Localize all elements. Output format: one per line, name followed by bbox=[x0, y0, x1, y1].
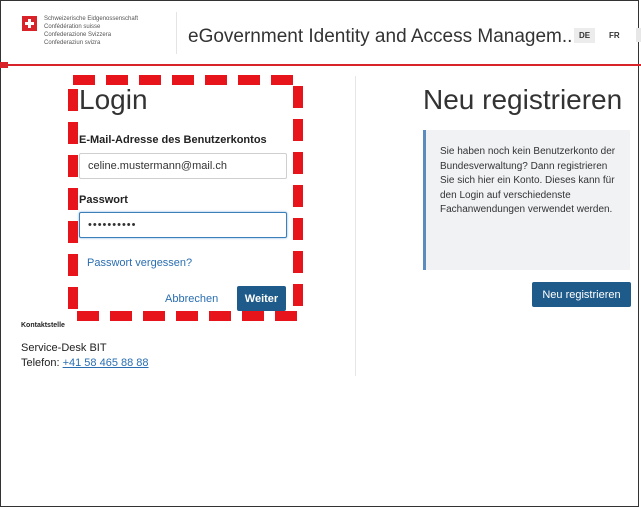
register-title: Neu registrieren bbox=[423, 84, 623, 115]
header-divider bbox=[176, 12, 177, 54]
language-de-button[interactable]: DE bbox=[574, 28, 596, 43]
email-field[interactable] bbox=[79, 153, 287, 179]
register-button[interactable]: Neu registrieren bbox=[532, 282, 631, 307]
column-divider bbox=[355, 76, 356, 376]
register-info-box: Sie haben noch kein Benutzerkonto der Bu… bbox=[423, 130, 630, 270]
red-marker bbox=[0, 62, 8, 68]
contact-name: Service-Desk BIT bbox=[21, 342, 107, 354]
confederation-line: Schweizerische Eidgenossenschaft bbox=[44, 16, 139, 22]
password-label: Passwort bbox=[79, 194, 128, 206]
password-field[interactable] bbox=[79, 212, 287, 238]
language-cutoff bbox=[636, 28, 641, 42]
contact-phone: Telefon: +41 58 465 88 88 bbox=[21, 357, 149, 369]
phone-link[interactable]: +41 58 465 88 88 bbox=[63, 357, 149, 369]
forgot-password-link[interactable]: Passwort vergessen? bbox=[87, 257, 192, 269]
phone-prefix: Telefon: bbox=[21, 357, 63, 369]
confederation-logo-text: Schweizerische Eidgenossenschaft Confédé… bbox=[44, 15, 138, 47]
email-label: E-Mail-Adresse des Benutzerkontos bbox=[79, 134, 267, 146]
confederation-line: Confederaziun svizra bbox=[44, 40, 101, 46]
register-info-text: Sie haben noch kein Benutzerkonto der Bu… bbox=[440, 146, 616, 215]
header-rule bbox=[0, 64, 641, 66]
language-fr-button[interactable]: FR bbox=[604, 28, 625, 43]
cancel-link[interactable]: Abbrechen bbox=[165, 293, 218, 305]
site-header: Schweizerische Eidgenossenschaft Confédé… bbox=[0, 0, 641, 68]
confederation-line: Confédération suisse bbox=[44, 24, 101, 30]
swiss-flag-icon bbox=[22, 16, 37, 31]
app-title: eGovernment Identity and Access Managem.… bbox=[188, 26, 578, 47]
confederation-line: Confederazione Svizzera bbox=[44, 32, 112, 38]
login-title: Login bbox=[79, 84, 148, 115]
contact-label: Kontaktstelle bbox=[21, 322, 65, 329]
submit-button[interactable]: Weiter bbox=[237, 286, 286, 311]
